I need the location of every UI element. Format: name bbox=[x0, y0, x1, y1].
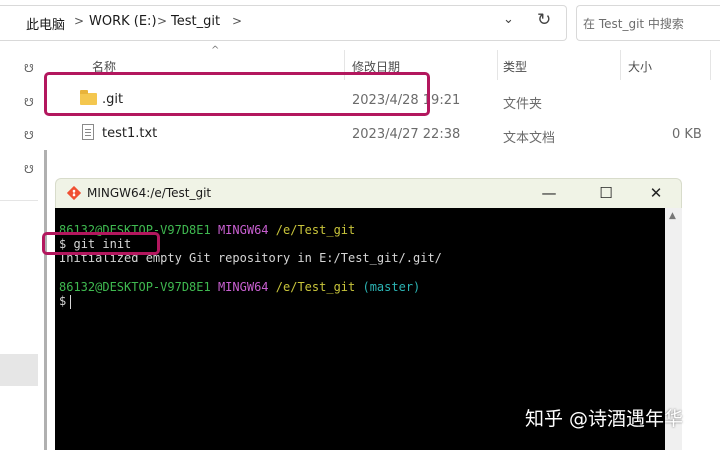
breadcrumb-chevron-icon[interactable]: > bbox=[74, 14, 84, 28]
minimize-icon[interactable]: — bbox=[539, 184, 559, 202]
maximize-icon[interactable]: ☐ bbox=[596, 184, 616, 202]
breadcrumb-chevron-icon[interactable]: > bbox=[232, 14, 242, 28]
highlight-git-folder bbox=[44, 72, 430, 116]
text-file-icon bbox=[82, 124, 94, 140]
file-size: 0 KB bbox=[672, 127, 702, 142]
prompt-env: MINGW64 bbox=[217, 280, 269, 294]
prompt-branch: (master) bbox=[362, 280, 421, 294]
pane-divider bbox=[0, 200, 38, 201]
prompt-symbol: $ bbox=[59, 294, 67, 308]
prompt-path: /e/Test_git bbox=[275, 223, 356, 237]
file-modified: 2023/4/27 22:38 bbox=[352, 127, 461, 142]
file-name[interactable]: test1.txt bbox=[102, 126, 157, 141]
pane-splitter[interactable] bbox=[44, 150, 47, 450]
watermark: 知乎 @诗酒遇年华 bbox=[525, 408, 684, 430]
address-box[interactable] bbox=[0, 5, 567, 41]
column-header-size[interactable]: 大小 bbox=[628, 58, 652, 75]
breadcrumb-chevron-icon[interactable]: > bbox=[157, 14, 167, 28]
pin-icon[interactable]: ☋ bbox=[24, 96, 34, 109]
prompt-path: /e/Test_git bbox=[275, 280, 356, 294]
pin-icon[interactable]: ☋ bbox=[24, 129, 34, 142]
sort-ascending-icon: ^ bbox=[211, 45, 220, 56]
text-cursor bbox=[70, 295, 71, 309]
column-divider[interactable] bbox=[710, 50, 711, 80]
breadcrumb-test-git[interactable]: Test_git bbox=[171, 14, 220, 29]
pin-icon[interactable]: ☋ bbox=[24, 62, 34, 75]
column-header-type[interactable]: 类型 bbox=[503, 58, 527, 75]
git-bash-icon bbox=[67, 186, 81, 200]
prompt-env: MINGW64 bbox=[217, 223, 269, 237]
highlight-git-init bbox=[42, 232, 160, 255]
column-divider[interactable] bbox=[497, 50, 498, 80]
file-type: 文件夹 bbox=[503, 97, 543, 112]
column-divider[interactable] bbox=[620, 50, 621, 80]
nav-selected-item[interactable] bbox=[0, 354, 38, 386]
terminal-line-command-2: $ bbox=[59, 294, 66, 308]
terminal-title: MINGW64:/e/Test_git bbox=[87, 186, 212, 200]
scroll-up-icon[interactable]: ▲ bbox=[669, 211, 676, 221]
pin-icon[interactable]: ☋ bbox=[24, 163, 34, 176]
prompt-user: 86132@DESKTOP-V97D8E1 bbox=[59, 280, 211, 294]
close-icon[interactable]: ✕ bbox=[646, 184, 666, 202]
breadcrumb-work-drive[interactable]: WORK (E:) bbox=[89, 14, 157, 29]
terminal-line-prompt-2: 86132@DESKTOP-V97D8E1 MINGW64 /e/Test_gi… bbox=[59, 280, 420, 294]
breadcrumb-this-pc[interactable]: 此电脑 bbox=[26, 14, 65, 33]
search-placeholder: 在 Test_git 中搜索 bbox=[583, 17, 684, 31]
chevron-down-icon[interactable]: ⌄ bbox=[503, 12, 514, 27]
file-type: 文本文档 bbox=[503, 131, 556, 146]
refresh-icon[interactable]: ↻ bbox=[537, 10, 551, 30]
